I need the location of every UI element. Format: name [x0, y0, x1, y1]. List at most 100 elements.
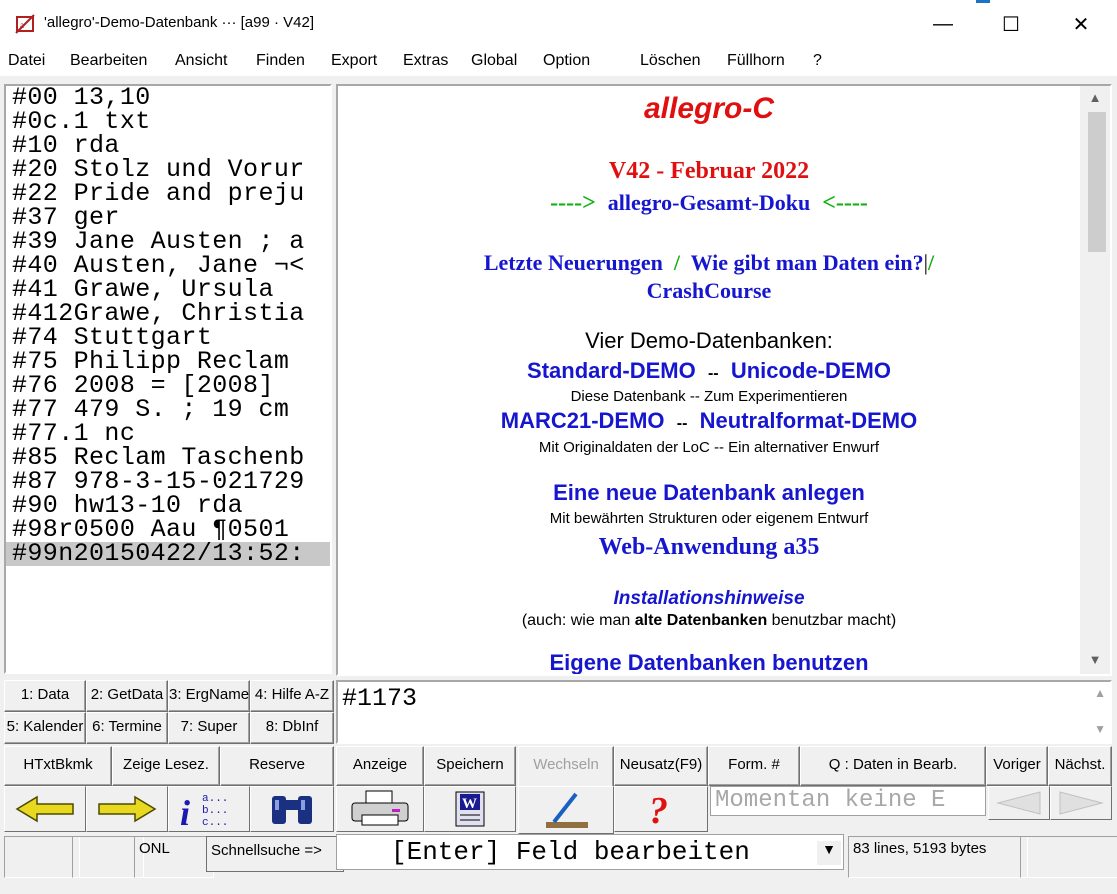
schnellsuche-button[interactable]: Schnellsuche =>: [206, 836, 344, 872]
svg-text:b...: b...: [202, 805, 228, 817]
command-text[interactable]: #1173: [342, 684, 417, 713]
triangle-left-icon: [996, 791, 1041, 815]
edit-pen-button[interactable]: [518, 786, 614, 834]
prev-record-button[interactable]: [988, 786, 1050, 820]
cmd-scroll-down-icon[interactable]: ▼: [1094, 722, 1106, 736]
info-index-icon: i a... b... c...: [180, 793, 228, 829]
triangle-right-icon: [1059, 791, 1104, 815]
daten-in-bearb-button[interactable]: Q : Daten in Bearb.: [800, 746, 986, 786]
forward-arrow-button[interactable]: [86, 786, 168, 832]
speichern-button[interactable]: Speichern: [424, 746, 516, 786]
back-arrow-button[interactable]: [4, 786, 86, 832]
arrow-right: <----: [822, 190, 868, 216]
binoculars-icon: [272, 796, 312, 824]
zeige-lesez-button[interactable]: Zeige Lesez.: [112, 746, 220, 786]
svg-text:a: a: [20, 20, 24, 30]
menu-option[interactable]: Option: [543, 52, 590, 70]
loc-text: Mit Originaldaten der LoC -- Ein alterna…: [538, 439, 880, 456]
naechst-button[interactable]: Nächst.: [1048, 746, 1112, 786]
svg-text:?: ?: [649, 790, 668, 829]
command-input[interactable]: #1173 ▲ ▼: [336, 680, 1112, 744]
f7-super-button[interactable]: 7: Super: [168, 712, 250, 744]
f6-termine-button[interactable]: 6: Termine: [86, 712, 168, 744]
minimize-button[interactable]: —: [908, 0, 978, 48]
htxtbkmk-button[interactable]: HTxtBkmk: [4, 746, 112, 786]
svg-text:a...: a...: [202, 793, 228, 805]
maximize-button[interactable]: ☐: [976, 0, 1046, 48]
link-eigene-datenbanken[interactable]: Eigene Datenbanken benutzen: [338, 650, 1080, 674]
menu-global[interactable]: Global: [471, 52, 517, 70]
scroll-thumb[interactable]: [1088, 112, 1106, 252]
menu-ansicht[interactable]: Ansicht: [175, 52, 227, 70]
neusatz-button[interactable]: Neusatz(F9): [614, 746, 708, 786]
f2-getdata-button[interactable]: 2: GetData: [86, 680, 168, 712]
printer-icon: [351, 790, 409, 826]
installation-note: (auch: wie man alte Datenbanken benutzba…: [521, 612, 897, 629]
wechseln-button[interactable]: Wechseln: [518, 746, 614, 790]
scroll-up-icon[interactable]: ▲: [1080, 90, 1110, 110]
dropdown-chevron-icon[interactable]: ▼: [817, 841, 841, 865]
f1-data-button[interactable]: 1: Data: [4, 680, 86, 712]
left-arrow-icon: [15, 795, 74, 823]
link-neutralformat-demo[interactable]: Neutralformat-DEMO: [700, 408, 918, 433]
voriger-button[interactable]: Voriger: [986, 746, 1048, 786]
diese-datenbank-text: Diese Datenbank -- Zum Experimentieren: [570, 388, 848, 405]
cmd-scroll-up-icon[interactable]: ▲: [1094, 686, 1106, 700]
arrow-left: ---->: [550, 190, 596, 216]
form-button[interactable]: Form. #: [708, 746, 800, 786]
record-size-info: 83 lines, 5193 bytes: [848, 836, 1028, 878]
record-field-list[interactable]: #00 13,10 #0c.1 txt #10 rda #20 Stolz un…: [4, 84, 332, 674]
dash: --: [707, 365, 719, 382]
vertical-scrollbar[interactable]: ▲ ▼: [1080, 86, 1110, 674]
print-button[interactable]: [336, 786, 424, 832]
close-icon: ✕: [1072, 13, 1090, 36]
menu-help[interactable]: ?: [813, 52, 822, 70]
status-cell-last: [1020, 836, 1117, 878]
anzeige-button[interactable]: Anzeige: [336, 746, 424, 786]
svg-text:i: i: [180, 793, 190, 829]
index-info-button[interactable]: i a... b... c...: [168, 786, 250, 832]
close-button[interactable]: ✕: [1046, 0, 1116, 48]
link-gesamt-doku[interactable]: allegro-Gesamt-Doku: [608, 190, 810, 215]
allegro-app-icon[interactable]: a: [14, 13, 38, 35]
strukturen-text: Mit bewährten Strukturen oder eigenem En…: [549, 510, 869, 527]
doc-version: V42 - Februar 2022: [608, 158, 810, 184]
link-marc21-demo[interactable]: MARC21-DEMO: [501, 408, 665, 433]
help-button[interactable]: ?: [614, 786, 708, 832]
link-web-anwendung[interactable]: Web-Anwendung a35: [338, 534, 1080, 561]
f5-kalender-button[interactable]: 5: Kalender: [4, 712, 86, 744]
menu-loeschen[interactable]: Löschen: [640, 52, 701, 70]
link-neue-datenbank[interactable]: Eine neue Datenbank anlegen: [338, 480, 1080, 506]
next-record-button[interactable]: [1050, 786, 1112, 820]
html-view: allegro-C V42 - Februar 2022 ----> alleg…: [336, 84, 1112, 676]
link-unicode-demo[interactable]: Unicode-DEMO: [731, 358, 891, 383]
link-standard-demo[interactable]: Standard-DEMO: [527, 358, 696, 383]
menu-datei[interactable]: Datei: [8, 52, 45, 70]
vier-demo-heading: Vier Demo-Datenbanken:: [585, 328, 833, 353]
link-daten-eingeben[interactable]: Wie gibt man Daten ein?: [691, 250, 924, 275]
link-neuerungen[interactable]: Letzte Neuerungen: [484, 250, 663, 275]
menu-finden[interactable]: Finden: [256, 52, 305, 70]
doc-title: allegro-C: [643, 92, 775, 125]
menu-bar: Datei Bearbeiten Ansicht Finden Export E…: [0, 48, 1117, 76]
menu-export[interactable]: Export: [331, 52, 377, 70]
menu-fuellhorn[interactable]: Füllhorn: [727, 52, 785, 70]
right-arrow-icon: [98, 795, 157, 823]
f3-ergname-button[interactable]: 3: ErgName: [168, 680, 250, 712]
link-crashcourse[interactable]: CrashCourse: [338, 278, 1080, 304]
search-binoculars-button[interactable]: [250, 786, 334, 832]
menu-bearbeiten[interactable]: Bearbeiten: [70, 52, 147, 70]
scroll-down-icon[interactable]: ▼: [1080, 652, 1110, 672]
command-combo[interactable]: [Enter] Feld bearbeiten ▼: [336, 834, 844, 870]
record-line-selected[interactable]: #99n20150422/13:52:: [6, 541, 330, 566]
word-export-button[interactable]: W: [424, 786, 516, 832]
f8-dbinf-button[interactable]: 8: DbInf: [250, 712, 334, 744]
reserve-button[interactable]: Reserve: [220, 746, 334, 786]
word-document-icon: W: [455, 791, 485, 827]
f4-hilfe-button[interactable]: 4: Hilfe A-Z: [250, 680, 334, 712]
minimize-icon: —: [933, 12, 953, 35]
message-field: Momentan keine E: [710, 786, 986, 816]
menu-extras[interactable]: Extras: [403, 52, 448, 70]
link-installationshinweise[interactable]: Installationshinweise: [338, 588, 1080, 610]
maximize-icon: ☐: [1002, 13, 1020, 36]
